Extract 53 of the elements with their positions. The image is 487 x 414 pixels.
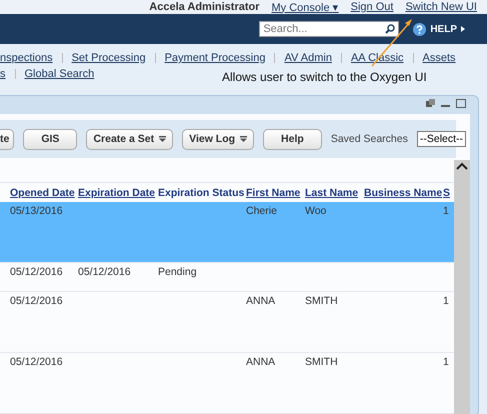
- nav-link[interactable]: nspections: [0, 52, 62, 64]
- nav-link[interactable]: Assets: [414, 52, 465, 64]
- column-header: Expiration Status: [158, 186, 246, 199]
- nav-link[interactable]: AV Admin: [275, 52, 341, 64]
- maximize-icon[interactable]: [456, 99, 466, 108]
- table-cell-text: SMITH: [305, 356, 339, 370]
- toolbar-button[interactable]: Create a Set: [86, 128, 174, 150]
- my-console-link[interactable]: My Console ▾: [272, 0, 339, 14]
- table-cell-text: 05/12/2016: [78, 266, 132, 280]
- column-header[interactable]: Opened Date: [10, 186, 78, 199]
- table-cell-text: Pending: [158, 266, 198, 280]
- menu-icon: [159, 136, 166, 142]
- table-cell-text: 05/12/2016: [10, 294, 64, 309]
- annotation-text: Allows user to switch to the Oxygen UI: [222, 70, 427, 84]
- column-header[interactable]: Business Name: [364, 186, 443, 199]
- table-cell-text: 05/12/2016: [10, 266, 64, 280]
- sign-out-link[interactable]: Sign Out: [350, 1, 394, 13]
- column-header[interactable]: Expiration Date: [78, 186, 158, 199]
- table-cell-text: 05/12/2016: [10, 356, 64, 370]
- table-cell-text: 1: [443, 205, 450, 220]
- table-cell-text: ANNA: [246, 356, 276, 370]
- table-cell-text: 1: [443, 356, 450, 370]
- nav-link[interactable]: s: [0, 68, 14, 80]
- nav-link[interactable]: Payment Processing: [156, 52, 274, 64]
- table-cell-text: Cherie: [246, 205, 278, 220]
- toolbar-button[interactable]: Help: [263, 128, 322, 150]
- toolbar-button[interactable]: View Log: [182, 128, 254, 150]
- restore-icon[interactable]: [426, 99, 435, 108]
- caret-icon: [461, 26, 465, 32]
- table-row[interactable]: 05/13/2016 Cherie Woo 1: [0, 202, 456, 264]
- nav-link[interactable]: Set Processing: [62, 52, 155, 64]
- saved-searches-label: Saved Searches: [330, 133, 408, 146]
- help-icon: [413, 22, 426, 36]
- search-field[interactable]: Search...: [259, 21, 400, 37]
- saved-searches-select[interactable]: --Select--: [416, 131, 466, 148]
- scrollbar[interactable]: [454, 160, 470, 414]
- table-cell-text: ANNA: [246, 294, 276, 309]
- table-cell-text: SMITH: [305, 294, 339, 309]
- nav-link[interactable]: Global Search: [16, 68, 104, 80]
- table-cell-text: 05/13/2016: [10, 205, 64, 220]
- scroll-up-icon[interactable]: [456, 162, 468, 170]
- column-header[interactable]: Last Name: [305, 186, 364, 199]
- user-name: Accela Administrator: [149, 1, 260, 13]
- help-menu[interactable]: HELP: [413, 22, 465, 36]
- menu-icon: [240, 136, 248, 142]
- column-header[interactable]: First Name: [246, 186, 305, 199]
- toolbar-button[interactable]: GIS: [23, 128, 78, 150]
- toolbar-button[interactable]: te: [0, 128, 14, 150]
- table-cell-text: 1: [443, 294, 450, 309]
- search-icon[interactable]: [385, 24, 396, 34]
- table-cell-text: Woo: [305, 205, 328, 220]
- switch-ui-link[interactable]: Switch New UI: [405, 1, 477, 13]
- column-header[interactable]: S: [443, 186, 451, 199]
